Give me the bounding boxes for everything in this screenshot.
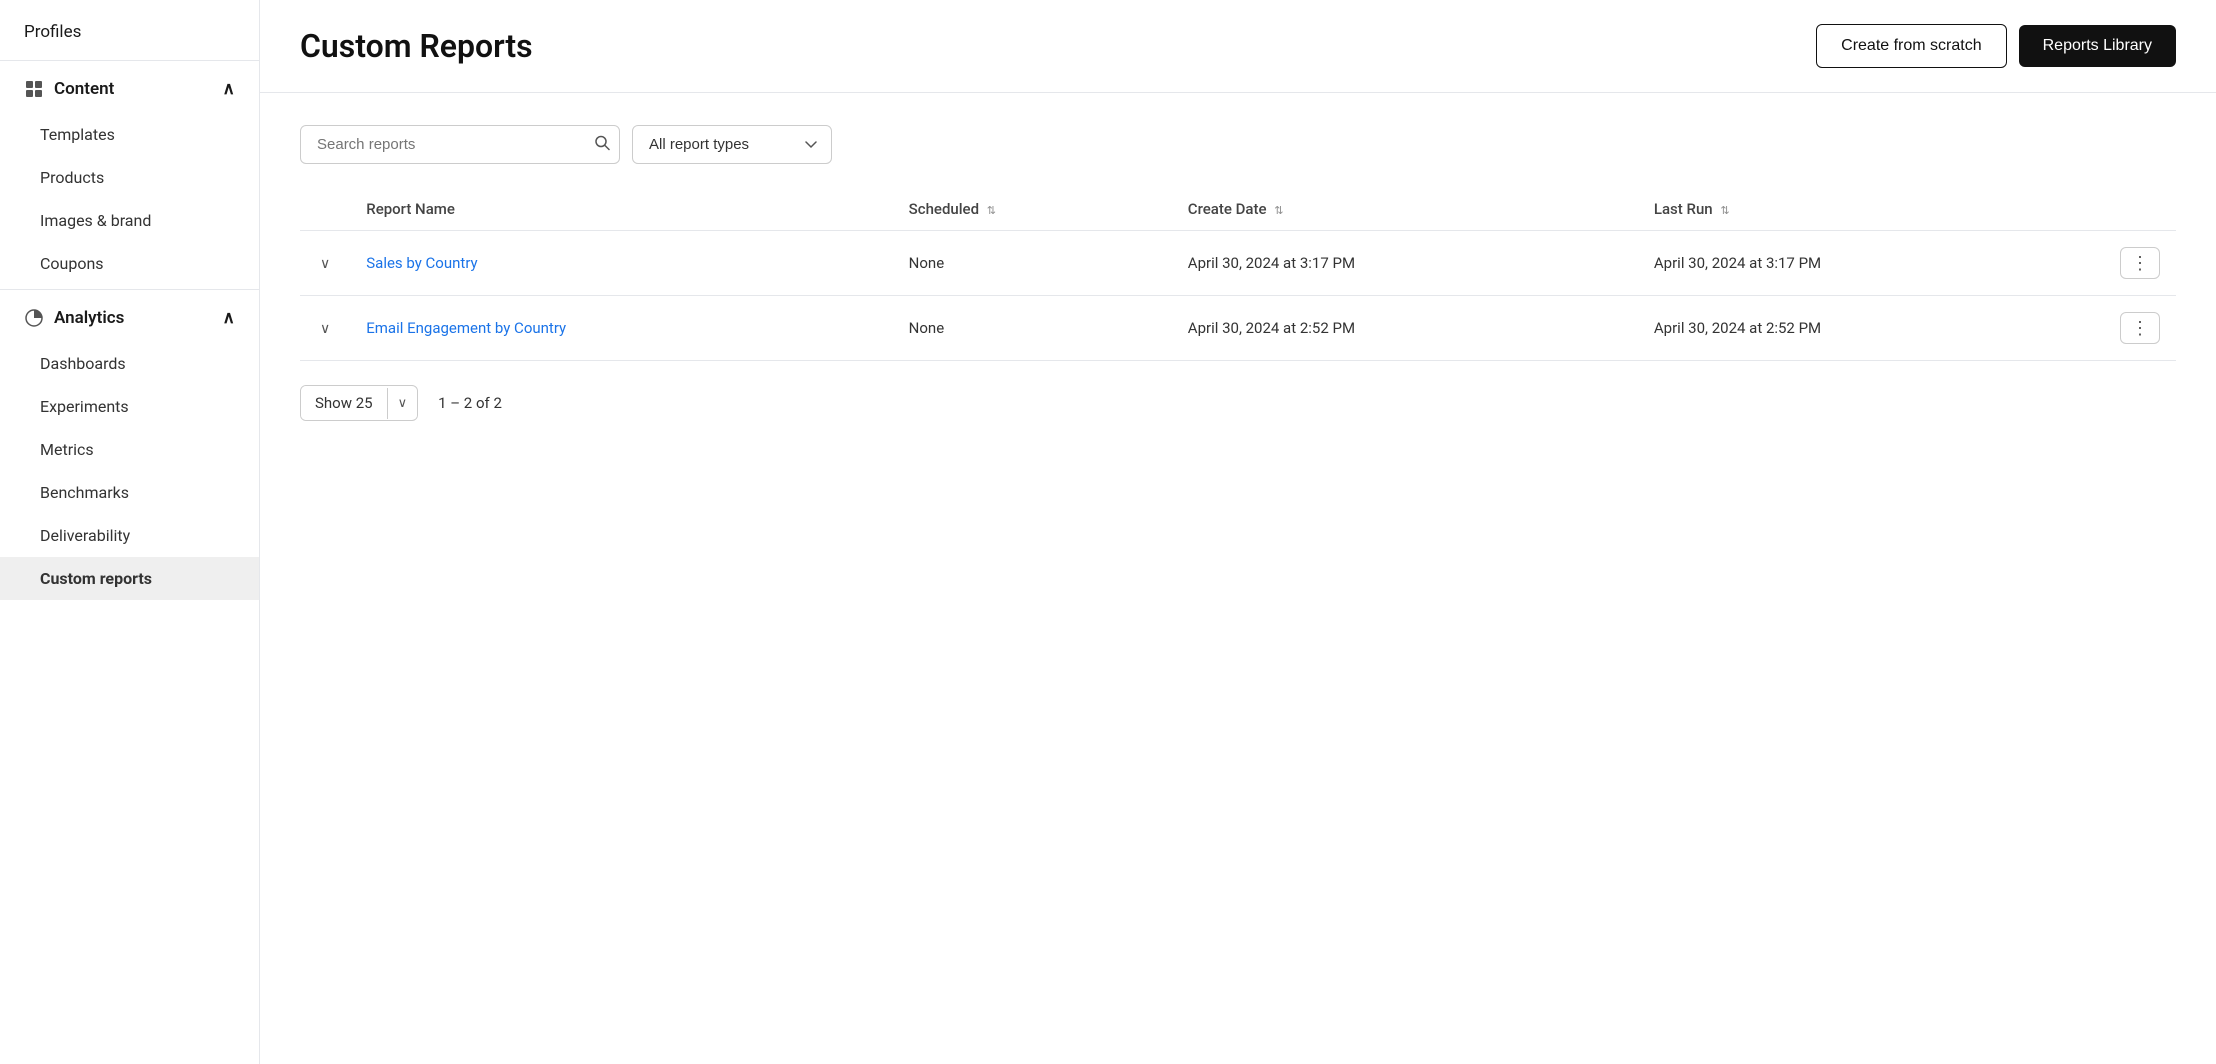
sidebar-item-metrics[interactable]: Metrics bbox=[0, 428, 259, 471]
deliverability-label: Deliverability bbox=[40, 526, 130, 545]
header-buttons: Create from scratch Reports Library bbox=[1816, 24, 2176, 68]
pagination-row: Show 25 ∨ 1 – 2 of 2 bbox=[300, 385, 2176, 421]
filters-row: All report types Scheduled Custom bbox=[300, 125, 2176, 164]
row-create-date-cell: April 30, 2024 at 2:52 PM bbox=[1172, 296, 1638, 361]
report-name-link[interactable]: Email Engagement by Country bbox=[366, 319, 566, 337]
content-section-label: Content bbox=[54, 79, 114, 99]
content-icon bbox=[24, 79, 44, 99]
profiles-label: Profiles bbox=[24, 22, 81, 42]
col-report-name-label: Report Name bbox=[366, 200, 455, 218]
custom-reports-label: Custom reports bbox=[40, 569, 152, 588]
sort-icon-last-run: ⇅ bbox=[1720, 205, 1729, 216]
products-label: Products bbox=[40, 168, 104, 187]
benchmarks-label: Benchmarks bbox=[40, 483, 129, 502]
sidebar-divider bbox=[0, 60, 259, 61]
row-expand-button[interactable]: ∨ bbox=[316, 251, 334, 276]
row-more-button[interactable]: ⋮ bbox=[2120, 247, 2160, 279]
col-last-run[interactable]: Last Run ⇅ bbox=[1638, 188, 2104, 231]
sidebar-item-coupons[interactable]: Coupons bbox=[0, 242, 259, 285]
sidebar-section-content[interactable]: Content ∧ bbox=[0, 65, 259, 113]
table-row: ∨ Email Engagement by Country None April… bbox=[300, 296, 2176, 361]
sort-icon-scheduled: ⇅ bbox=[987, 205, 996, 216]
row-name-cell: Sales by Country bbox=[350, 231, 892, 296]
report-name-link[interactable]: Sales by Country bbox=[366, 254, 477, 272]
sidebar-item-custom-reports[interactable]: Custom reports bbox=[0, 557, 259, 600]
col-expand bbox=[300, 188, 350, 231]
sidebar-item-products[interactable]: Products bbox=[0, 156, 259, 199]
sort-icon-create-date: ⇅ bbox=[1274, 205, 1283, 216]
main-header: Custom Reports Create from scratch Repor… bbox=[260, 0, 2216, 93]
metrics-label: Metrics bbox=[40, 440, 94, 459]
col-create-date[interactable]: Create Date ⇅ bbox=[1172, 188, 1638, 231]
row-expand-cell: ∨ bbox=[300, 231, 350, 296]
row-actions-cell: ⋮ bbox=[2104, 231, 2176, 296]
show-select-label: Show 25 bbox=[301, 386, 387, 420]
row-expand-cell: ∨ bbox=[300, 296, 350, 361]
sidebar-item-benchmarks[interactable]: Benchmarks bbox=[0, 471, 259, 514]
images-brand-label: Images & brand bbox=[40, 211, 151, 230]
sidebar: Profiles Content ∧ Templates Products Im… bbox=[0, 0, 260, 1064]
search-wrapper bbox=[300, 125, 620, 164]
sidebar-item-dashboards[interactable]: Dashboards bbox=[0, 342, 259, 385]
sidebar-item-deliverability[interactable]: Deliverability bbox=[0, 514, 259, 557]
sidebar-item-images-brand[interactable]: Images & brand bbox=[0, 199, 259, 242]
col-actions bbox=[2104, 188, 2176, 231]
analytics-icon bbox=[24, 308, 44, 328]
sidebar-item-profiles[interactable]: Profiles bbox=[0, 8, 259, 56]
sidebar-item-templates[interactable]: Templates bbox=[0, 113, 259, 156]
search-input[interactable] bbox=[300, 125, 620, 164]
report-types-dropdown[interactable]: All report types Scheduled Custom bbox=[632, 125, 832, 164]
search-icon-button[interactable] bbox=[594, 134, 610, 155]
col-scheduled[interactable]: Scheduled ⇅ bbox=[893, 188, 1172, 231]
content-area: All report types Scheduled Custom Report… bbox=[260, 93, 2216, 1064]
experiments-label: Experiments bbox=[40, 397, 129, 416]
row-more-button[interactable]: ⋮ bbox=[2120, 312, 2160, 344]
dashboards-label: Dashboards bbox=[40, 354, 126, 373]
row-expand-button[interactable]: ∨ bbox=[316, 316, 334, 341]
content-chevron-icon: ∧ bbox=[223, 79, 235, 99]
create-from-scratch-button[interactable]: Create from scratch bbox=[1816, 24, 2006, 68]
row-last-run-cell: April 30, 2024 at 3:17 PM bbox=[1638, 231, 2104, 296]
col-create-date-label: Create Date bbox=[1188, 200, 1267, 218]
reports-library-button[interactable]: Reports Library bbox=[2019, 25, 2176, 67]
templates-label: Templates bbox=[40, 125, 115, 144]
table-header-row: Report Name Scheduled ⇅ Create Date ⇅ La… bbox=[300, 188, 2176, 231]
row-scheduled-cell: None bbox=[893, 231, 1172, 296]
col-last-run-label: Last Run bbox=[1654, 200, 1713, 218]
row-scheduled-cell: None bbox=[893, 296, 1172, 361]
pagination-info: 1 – 2 of 2 bbox=[438, 394, 502, 412]
table-row: ∨ Sales by Country None April 30, 2024 a… bbox=[300, 231, 2176, 296]
sidebar-item-experiments[interactable]: Experiments bbox=[0, 385, 259, 428]
analytics-section-label: Analytics bbox=[54, 308, 124, 328]
col-report-name: Report Name bbox=[350, 188, 892, 231]
coupons-label: Coupons bbox=[40, 254, 104, 273]
row-actions-cell: ⋮ bbox=[2104, 296, 2176, 361]
col-scheduled-label: Scheduled bbox=[909, 200, 979, 218]
show-select[interactable]: Show 25 ∨ bbox=[300, 385, 418, 421]
show-select-chevron-icon: ∨ bbox=[387, 388, 418, 419]
row-last-run-cell: April 30, 2024 at 2:52 PM bbox=[1638, 296, 2104, 361]
sidebar-section-analytics[interactable]: Analytics ∧ bbox=[0, 294, 259, 342]
search-icon bbox=[594, 134, 610, 150]
row-name-cell: Email Engagement by Country bbox=[350, 296, 892, 361]
main-content: Custom Reports Create from scratch Repor… bbox=[260, 0, 2216, 1064]
row-create-date-cell: April 30, 2024 at 3:17 PM bbox=[1172, 231, 1638, 296]
page-title: Custom Reports bbox=[300, 27, 533, 65]
reports-table: Report Name Scheduled ⇅ Create Date ⇅ La… bbox=[300, 188, 2176, 361]
analytics-chevron-icon: ∧ bbox=[223, 308, 235, 328]
sidebar-divider-2 bbox=[0, 289, 259, 290]
